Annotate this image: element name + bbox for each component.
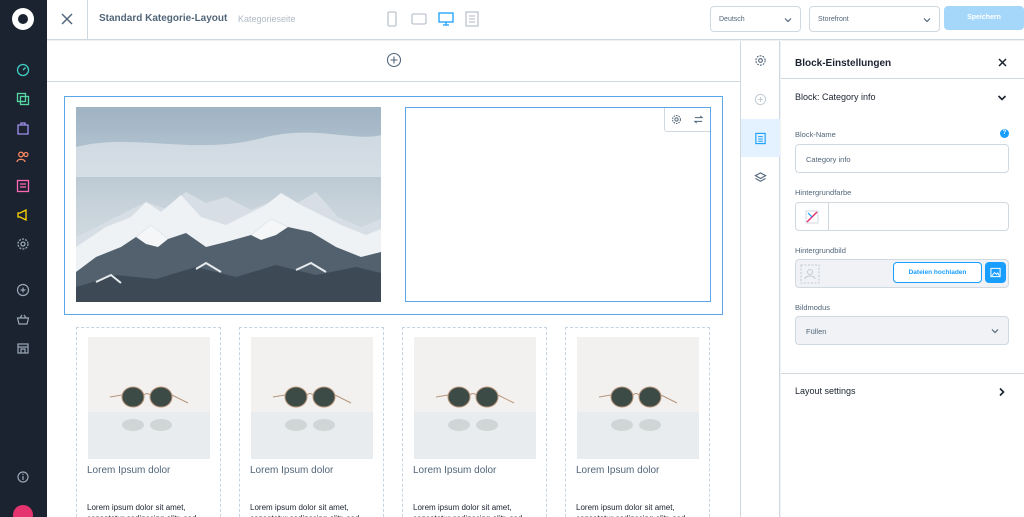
desktop-view-icon[interactable] <box>438 11 454 27</box>
category-info-block[interactable] <box>405 107 711 302</box>
storefront-icon[interactable] <box>16 341 30 355</box>
swap-icon[interactable] <box>693 114 704 125</box>
sales-channel-select[interactable]: Storefront <box>809 6 940 32</box>
chevron-down-icon[interactable] <box>997 93 1007 103</box>
top-bar: Standard Kategorie-Layout Kategorieseite… <box>47 0 1024 40</box>
main-navigation <box>0 0 47 517</box>
product-name: Lorem Ipsum dolor <box>87 465 171 476</box>
sunglasses-image <box>251 337 373 459</box>
layout-settings-toggle[interactable]: Layout settings <box>795 386 856 396</box>
language-value: Deutsch <box>719 16 745 23</box>
product-image <box>577 337 699 459</box>
product-box[interactable]: Lorem Ipsum dolor Lorem ipsum dolor sit … <box>402 327 547 517</box>
mobile-view-icon[interactable] <box>387 11 397 27</box>
product-description: Lorem ipsum dolor sit amet, consetetur s… <box>87 503 196 517</box>
image-placeholder-icon <box>800 264 820 284</box>
close-icon[interactable] <box>59 11 75 27</box>
page-title: Standard Kategorie-Layout <box>99 13 228 24</box>
product-box[interactable]: Lorem Ipsum dolor Lorem ipsum dolor sit … <box>565 327 710 517</box>
add-section-icon[interactable] <box>386 52 402 68</box>
close-icon[interactable] <box>998 58 1007 67</box>
help-icon[interactable] <box>16 470 30 484</box>
basket-icon[interactable] <box>16 312 30 326</box>
help-icon[interactable]: ? <box>1000 129 1009 138</box>
product-description: Lorem ipsum dolor sit amet, consetetur s… <box>413 503 522 517</box>
product-description: Lorem ipsum dolor sit amet, consetetur s… <box>576 503 685 517</box>
sunglasses-image <box>88 337 210 459</box>
layers-icon <box>754 171 767 182</box>
gear-icon[interactable] <box>671 114 682 125</box>
customers-icon[interactable] <box>16 150 30 164</box>
no-color-icon <box>805 210 819 223</box>
product-image <box>251 337 373 459</box>
block-name-input[interactable]: Category info <box>795 144 1009 173</box>
sales-channel-value: Storefront <box>818 16 849 23</box>
product-description: Lorem ipsum dolor sit amet, consetetur s… <box>250 503 359 517</box>
background-color-label: Hintergrundfarbe <box>795 188 852 197</box>
product-name: Lorem Ipsum dolor <box>413 465 497 476</box>
form-view-icon[interactable] <box>465 11 479 27</box>
document-icon <box>755 132 766 144</box>
sunglasses-image <box>414 337 536 459</box>
product-image <box>88 337 210 459</box>
block-label[interactable]: Block: Category info <box>795 92 876 102</box>
divider <box>47 81 740 82</box>
display-mode-select[interactable]: Füllen <box>795 316 1009 345</box>
product-box[interactable]: Lorem Ipsum dolor Lorem ipsum dolor sit … <box>239 327 384 517</box>
mountain-image <box>76 107 381 302</box>
product-box[interactable]: Lorem Ipsum dolor Lorem ipsum dolor sit … <box>76 327 221 517</box>
image-icon <box>990 267 1001 278</box>
product-name: Lorem Ipsum dolor <box>576 465 660 476</box>
user-avatar[interactable] <box>13 505 33 517</box>
catalog-icon[interactable] <box>16 92 30 106</box>
language-select[interactable]: Deutsch <box>710 6 801 32</box>
chevron-right-icon[interactable] <box>997 387 1006 397</box>
color-picker-swatch[interactable] <box>796 203 829 230</box>
background-image-label: Hintergrundbild <box>795 246 846 255</box>
orders-icon[interactable] <box>16 121 30 135</box>
tablet-view-icon[interactable] <box>411 11 427 27</box>
sunglasses-image <box>577 337 699 459</box>
content-icon[interactable] <box>16 179 30 193</box>
background-image-upload[interactable]: Dateien hochladen <box>795 259 1009 288</box>
block-name-label: Block-Name <box>795 130 836 139</box>
chevron-down-icon <box>923 18 931 23</box>
save-button[interactable]: Speichern <box>944 6 1024 30</box>
product-image <box>414 337 536 459</box>
divider <box>87 0 88 40</box>
dashboard-icon[interactable] <box>16 63 30 77</box>
gear-icon <box>755 54 766 66</box>
block-toolbar <box>664 108 710 132</box>
layers-tab[interactable] <box>741 158 780 196</box>
sidebar-rail <box>740 41 780 517</box>
display-mode-label: Bildmodus <box>795 303 831 312</box>
display-mode-value: Füllen <box>806 327 827 336</box>
media-library-button[interactable] <box>985 262 1006 283</box>
layout-canvas: Lorem Ipsum dolor Lorem ipsum dolor sit … <box>47 41 740 517</box>
page-settings-tab[interactable] <box>741 41 780 79</box>
page-subtitle: Kategorieseite <box>238 14 296 24</box>
upload-files-button[interactable]: Dateien hochladen <box>893 262 982 283</box>
image-block[interactable] <box>76 107 381 302</box>
marketing-icon[interactable] <box>16 208 30 222</box>
divider <box>781 373 1024 374</box>
shopware-logo-icon[interactable] <box>12 8 34 30</box>
background-color-input[interactable] <box>795 202 1009 231</box>
settings-icon[interactable] <box>16 237 30 251</box>
add-block-tab[interactable] <box>741 80 780 118</box>
panel-header: Block-Einstellungen <box>781 41 1024 79</box>
product-name: Lorem Ipsum dolor <box>250 465 334 476</box>
block-name-value: Category info <box>806 155 851 164</box>
panel-title: Block-Einstellungen <box>795 58 892 69</box>
add-icon[interactable] <box>16 283 30 297</box>
chevron-down-icon <box>784 18 792 23</box>
block-settings-panel: Block-Einstellungen Block: Category info… <box>781 41 1024 517</box>
chevron-down-icon <box>991 329 999 334</box>
add-circle-icon <box>754 93 767 105</box>
block-settings-tab[interactable] <box>741 119 780 157</box>
